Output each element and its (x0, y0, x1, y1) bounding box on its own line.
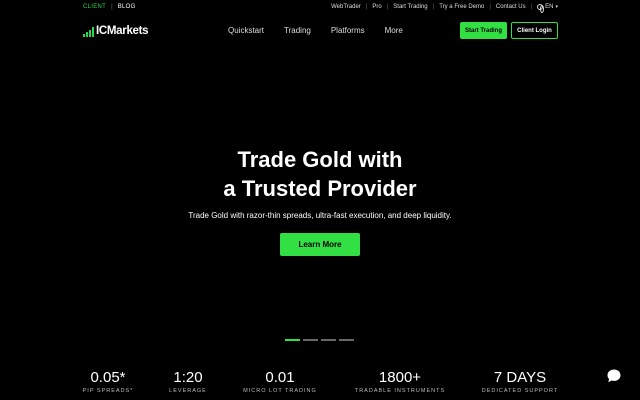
language-selector[interactable]: EN ▾ (537, 4, 558, 13)
divider: | (386, 4, 389, 10)
stat-label: PIP SPREADS* (82, 388, 134, 394)
divider: | (432, 4, 435, 10)
logo-text: ICMarkets (96, 25, 149, 37)
logo[interactable]: ICMarkets (83, 23, 149, 37)
stat-value: 0.01 (265, 369, 295, 386)
free-demo-link[interactable]: Try a Free Demo (439, 4, 484, 10)
hero-title: Trade Gold with a Trusted Provider (0, 145, 640, 203)
stat-label: MICRO LOT TRADING (243, 388, 317, 394)
stat-micro-lot: 0.01 MICRO LOT TRADING (240, 369, 320, 394)
nav-item-platforms[interactable]: Platforms (331, 26, 365, 35)
chevron-down-icon: ▾ (555, 4, 558, 10)
divider: | (530, 4, 533, 10)
contact-us-link[interactable]: Contact Us (496, 4, 526, 10)
hero-subtitle: Trade Gold with razor-thin spreads, ultr… (188, 211, 452, 220)
pro-link[interactable]: Pro (372, 4, 381, 10)
nav-menu: Quickstart Trading Platforms More (228, 26, 423, 35)
stat-value: 0.05* (90, 369, 126, 386)
utility-bar: CLIENT | BLOG WebTrader | Pro | Start Tr… (0, 0, 640, 14)
divider: | (489, 4, 491, 10)
slider-dot[interactable] (321, 339, 336, 341)
slider-dot[interactable] (339, 339, 354, 341)
chat-bubble-icon[interactable] (606, 368, 622, 384)
stat-spreads: 0.05* PIP SPREADS* (78, 369, 138, 394)
nav-item-quickstart[interactable]: Quickstart (228, 26, 264, 35)
language-label: EN (545, 4, 554, 10)
stat-support: 7 DAYS DEDICATED SUPPORT (478, 369, 562, 394)
nav-item-trading[interactable]: Trading (284, 26, 311, 35)
stat-value: 7 DAYS (493, 369, 547, 386)
hero-title-line: a Trusted Provider (223, 176, 417, 201)
stat-instruments: 1800+ TRADABLE INSTRUMENTS (350, 369, 450, 394)
blog-link[interactable]: BLOG (118, 4, 136, 10)
divider: | (111, 4, 113, 10)
stat-leverage: 1:20 LEVERAGE (158, 369, 218, 394)
slider-dot[interactable] (303, 339, 318, 341)
stat-label: TRADABLE INSTRUMENTS (354, 388, 446, 394)
nav-item-more[interactable]: More (385, 26, 403, 35)
slider-dot[interactable] (285, 339, 300, 341)
client-login-button[interactable]: Client Login (511, 22, 558, 39)
learn-more-button[interactable]: Learn More (280, 233, 360, 256)
utility-left: CLIENT | BLOG (83, 4, 136, 10)
slider-indicators (285, 339, 354, 341)
stat-label: LEVERAGE (169, 388, 207, 394)
webtrader-link[interactable]: WebTrader (331, 4, 361, 10)
client-link[interactable]: CLIENT (83, 4, 106, 10)
hero-title-line: Trade Gold with (237, 147, 403, 172)
utility-right: WebTrader | Pro | Start Trading | Try a … (331, 4, 558, 13)
divider: | (365, 4, 368, 10)
stat-label: DEDICATED SUPPORT (481, 388, 559, 394)
start-trading-button[interactable]: Start Trading (460, 22, 507, 39)
logo-bars-icon (83, 27, 94, 37)
stat-value: 1800+ (378, 369, 422, 386)
stat-value: 1:20 (173, 369, 203, 386)
globe-icon (537, 4, 544, 13)
start-trading-link[interactable]: Start Trading (393, 4, 427, 10)
